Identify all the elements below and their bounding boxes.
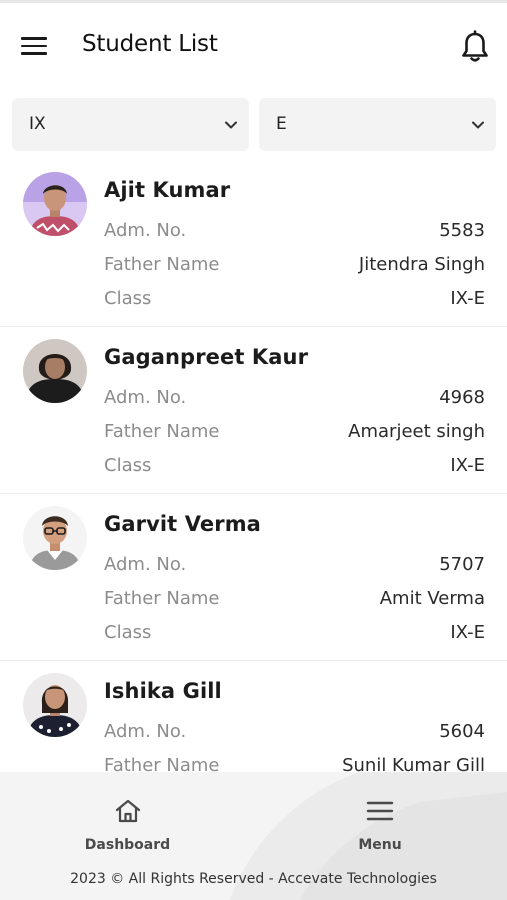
class-value: IX-E — [450, 622, 485, 643]
father-name-label: Father Name — [104, 588, 220, 609]
adm-no-row: Adm. No. 5604 — [104, 721, 485, 745]
chevron-down-icon — [225, 121, 237, 129]
class-label: Class — [104, 622, 152, 643]
adm-no-row: Adm. No. 4968 — [104, 387, 485, 411]
chevron-down-icon — [472, 121, 484, 129]
menu-label: Menu — [358, 837, 402, 853]
class-row: Class IX-E — [104, 455, 485, 479]
class-label: Class — [104, 288, 152, 309]
adm-no-label: Adm. No. — [104, 220, 187, 241]
father-name-row: Father Name Jitendra Singh — [104, 254, 485, 278]
father-name-value: Amit Verma — [379, 588, 485, 609]
class-row: Class IX-E — [104, 622, 485, 646]
class-label: Class — [104, 455, 152, 476]
section-select-value: E — [276, 114, 287, 134]
adm-no-value: 4968 — [439, 387, 485, 408]
class-select-value: IX — [29, 114, 46, 134]
class-select[interactable]: IX — [12, 98, 249, 151]
bottom-nav-bar: Dashboard Menu 2023 © All Rights Reserve… — [0, 772, 507, 900]
student-avatar — [23, 172, 87, 236]
adm-no-value: 5707 — [439, 554, 485, 575]
father-name-value: Sunil Kumar Gill — [342, 755, 485, 772]
father-name-row: Father Name Amit Verma — [104, 588, 485, 612]
page-title: Student List — [82, 31, 218, 57]
student-list: Ajit Kumar Adm. No. 5583 Father Name Jit… — [0, 160, 507, 772]
adm-no-label: Adm. No. — [104, 387, 187, 408]
class-value: IX-E — [450, 288, 485, 309]
student-name: Garvit Verma — [104, 512, 261, 536]
filter-bar: IX E — [12, 98, 496, 151]
student-card[interactable]: Garvit Verma Adm. No. 5707 Father Name A… — [0, 494, 507, 661]
father-name-row: Father Name Amarjeet singh — [104, 421, 485, 445]
father-name-value: Jitendra Singh — [358, 254, 485, 275]
bell-icon[interactable] — [460, 30, 490, 64]
student-name: Gaganpreet Kaur — [104, 345, 309, 369]
father-name-label: Father Name — [104, 755, 220, 772]
student-card[interactable]: Ajit Kumar Adm. No. 5583 Father Name Jit… — [0, 160, 507, 327]
student-card[interactable]: Ishika Gill Adm. No. 5604 Father Name Su… — [0, 661, 507, 772]
student-name: Ajit Kumar — [104, 178, 231, 202]
adm-no-row: Adm. No. 5707 — [104, 554, 485, 578]
adm-no-value: 5583 — [439, 220, 485, 241]
adm-no-value: 5604 — [439, 721, 485, 742]
student-avatar — [23, 673, 87, 737]
dashboard-label: Dashboard — [84, 837, 171, 853]
app-header: Student List — [0, 3, 507, 87]
adm-no-row: Adm. No. 5583 — [104, 220, 485, 244]
hamburger-icon[interactable] — [21, 37, 47, 55]
menu-nav-button[interactable]: Menu — [330, 772, 430, 862]
class-value: IX-E — [450, 455, 485, 476]
home-icon — [115, 799, 140, 823]
father-name-label: Father Name — [104, 254, 220, 275]
father-name-value: Amarjeet singh — [348, 421, 485, 442]
student-name: Ishika Gill — [104, 679, 222, 703]
father-name-row: Father Name Sunil Kumar Gill — [104, 755, 485, 772]
student-avatar — [23, 506, 87, 570]
section-select[interactable]: E — [259, 98, 496, 151]
student-card[interactable]: Gaganpreet Kaur Adm. No. 4968 Father Nam… — [0, 327, 507, 494]
copyright-text: 2023 © All Rights Reserved - Accevate Te… — [70, 871, 437, 887]
menu-icon — [366, 801, 394, 821]
father-name-label: Father Name — [104, 421, 220, 442]
student-avatar — [23, 339, 87, 403]
adm-no-label: Adm. No. — [104, 721, 187, 742]
class-row: Class IX-E — [104, 288, 485, 312]
adm-no-label: Adm. No. — [104, 554, 187, 575]
dashboard-nav-button[interactable]: Dashboard — [70, 772, 185, 862]
